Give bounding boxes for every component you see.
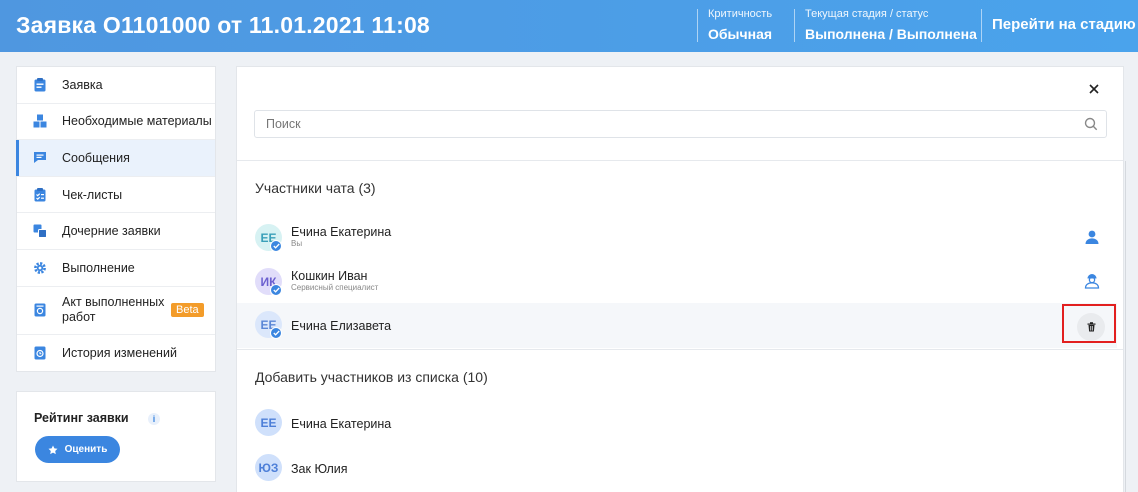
sidebar-item-execution[interactable]: Выполнение — [17, 250, 215, 287]
stage-label: Текущая стадия / статус — [805, 8, 929, 20]
sidebar-item-act[interactable]: Акт выполненных работ Beta — [17, 287, 215, 335]
sidebar: Заявка Необходимые материалы Сообщения Ч… — [16, 66, 216, 372]
message-icon — [33, 151, 47, 165]
star-icon — [48, 445, 58, 454]
page-header: Заявка О1101000 от 11.01.2021 11:08 Крит… — [0, 0, 1138, 52]
divider — [237, 349, 1123, 350]
trash-icon — [1087, 322, 1095, 332]
participant-role: Вы — [291, 239, 303, 248]
child-requests-icon — [33, 224, 47, 239]
candidate-name: Ечина Екатерина — [291, 417, 392, 431]
participants-title: Участники чата (3) — [255, 180, 376, 196]
divider — [237, 160, 1123, 161]
sidebar-item-request[interactable]: Заявка — [17, 67, 215, 104]
participant-row[interactable]: ЕЕ Ечина Елизавета — [237, 303, 1117, 348]
sidebar-item-materials[interactable]: Необходимые материалы — [17, 104, 215, 141]
sidebar-item-checklists[interactable]: Чек-листы — [17, 177, 215, 214]
rating-title: Рейтинг заявки — [34, 411, 129, 425]
criticality-value: Обычная — [708, 26, 773, 42]
sidebar-item-messages[interactable]: Сообщения — [16, 140, 215, 177]
rating-card: Рейтинг заявки i Оценить — [16, 391, 216, 482]
gear-icon — [33, 261, 47, 275]
criticality-block: Критичность Обычная — [708, 8, 772, 44]
act-icon — [33, 303, 47, 317]
sidebar-item-child-requests[interactable]: Дочерние заявки — [17, 213, 215, 250]
avatar: ЮЗ — [255, 454, 282, 481]
engineer-icon — [1084, 274, 1100, 289]
participant-name: Ечина Елизавета — [291, 319, 392, 333]
sidebar-item-label: Акт выполненных работ — [62, 295, 165, 325]
clipboard-icon — [33, 77, 47, 92]
candidate-name: Зак Юлия — [291, 462, 348, 476]
sidebar-item-label: История изменений — [62, 345, 177, 360]
delete-participant-button[interactable] — [1077, 313, 1105, 341]
check-icon — [270, 240, 282, 252]
sidebar-item-label: Необходимые материалы — [62, 114, 212, 129]
candidate-row[interactable]: ЮЗ Зак Юлия — [237, 446, 1117, 491]
sidebar-item-label: Дочерние заявки — [62, 224, 161, 239]
boxes-icon — [33, 114, 47, 128]
add-participants-title: Добавить участников из списка (10) — [255, 369, 488, 385]
stage-block: Текущая стадия / статус Выполнена / Выпо… — [805, 8, 977, 44]
person-icon — [1085, 230, 1099, 244]
search-input[interactable] — [255, 111, 1075, 137]
info-icon[interactable]: i — [148, 413, 160, 425]
avatar: ЕЕ — [255, 409, 282, 436]
search-icon[interactable] — [1084, 117, 1098, 131]
sidebar-item-label: Чек-листы — [62, 187, 123, 202]
header-divider — [981, 9, 982, 42]
sidebar-item-label: Заявка — [62, 77, 103, 92]
stage-value: Выполнена / Выполнена — [805, 26, 977, 42]
checklist-icon — [33, 187, 47, 202]
check-icon — [270, 327, 282, 339]
candidate-row[interactable]: ЕЕ Ечина Екатерина — [237, 401, 1117, 446]
search-box — [254, 110, 1107, 138]
sidebar-item-label: Сообщения — [62, 150, 130, 165]
participant-role: Сервисный специалист — [291, 283, 379, 292]
beta-badge: Beta — [171, 302, 204, 317]
criticality-label: Критичность — [708, 8, 773, 20]
close-icon[interactable] — [1086, 81, 1102, 97]
scrollbar[interactable] — [1125, 161, 1126, 492]
participant-row[interactable]: ИК Кошкин Иван Сервисный специалист — [237, 260, 1117, 305]
participant-row[interactable]: ЕЕ Ечина Екатерина Вы — [237, 216, 1117, 261]
check-icon — [270, 284, 282, 296]
sidebar-item-history[interactable]: История изменений — [17, 335, 215, 372]
rate-button[interactable]: Оценить — [35, 436, 120, 463]
header-divider — [697, 9, 698, 42]
rate-button-label: Оценить — [64, 444, 108, 455]
header-divider — [794, 9, 795, 42]
participant-name: Кошкин Иван — [291, 269, 368, 283]
history-icon — [33, 346, 47, 360]
sidebar-item-label: Выполнение — [62, 260, 135, 275]
participant-name: Ечина Екатерина — [291, 225, 392, 239]
chat-members-panel: Участники чата (3) ЕЕ Ечина Екатерина Вы… — [236, 66, 1126, 492]
page-title: Заявка О1101000 от 11.01.2021 11:08 — [16, 12, 430, 38]
goto-stage-button[interactable]: Перейти на стадию — [992, 16, 1136, 33]
